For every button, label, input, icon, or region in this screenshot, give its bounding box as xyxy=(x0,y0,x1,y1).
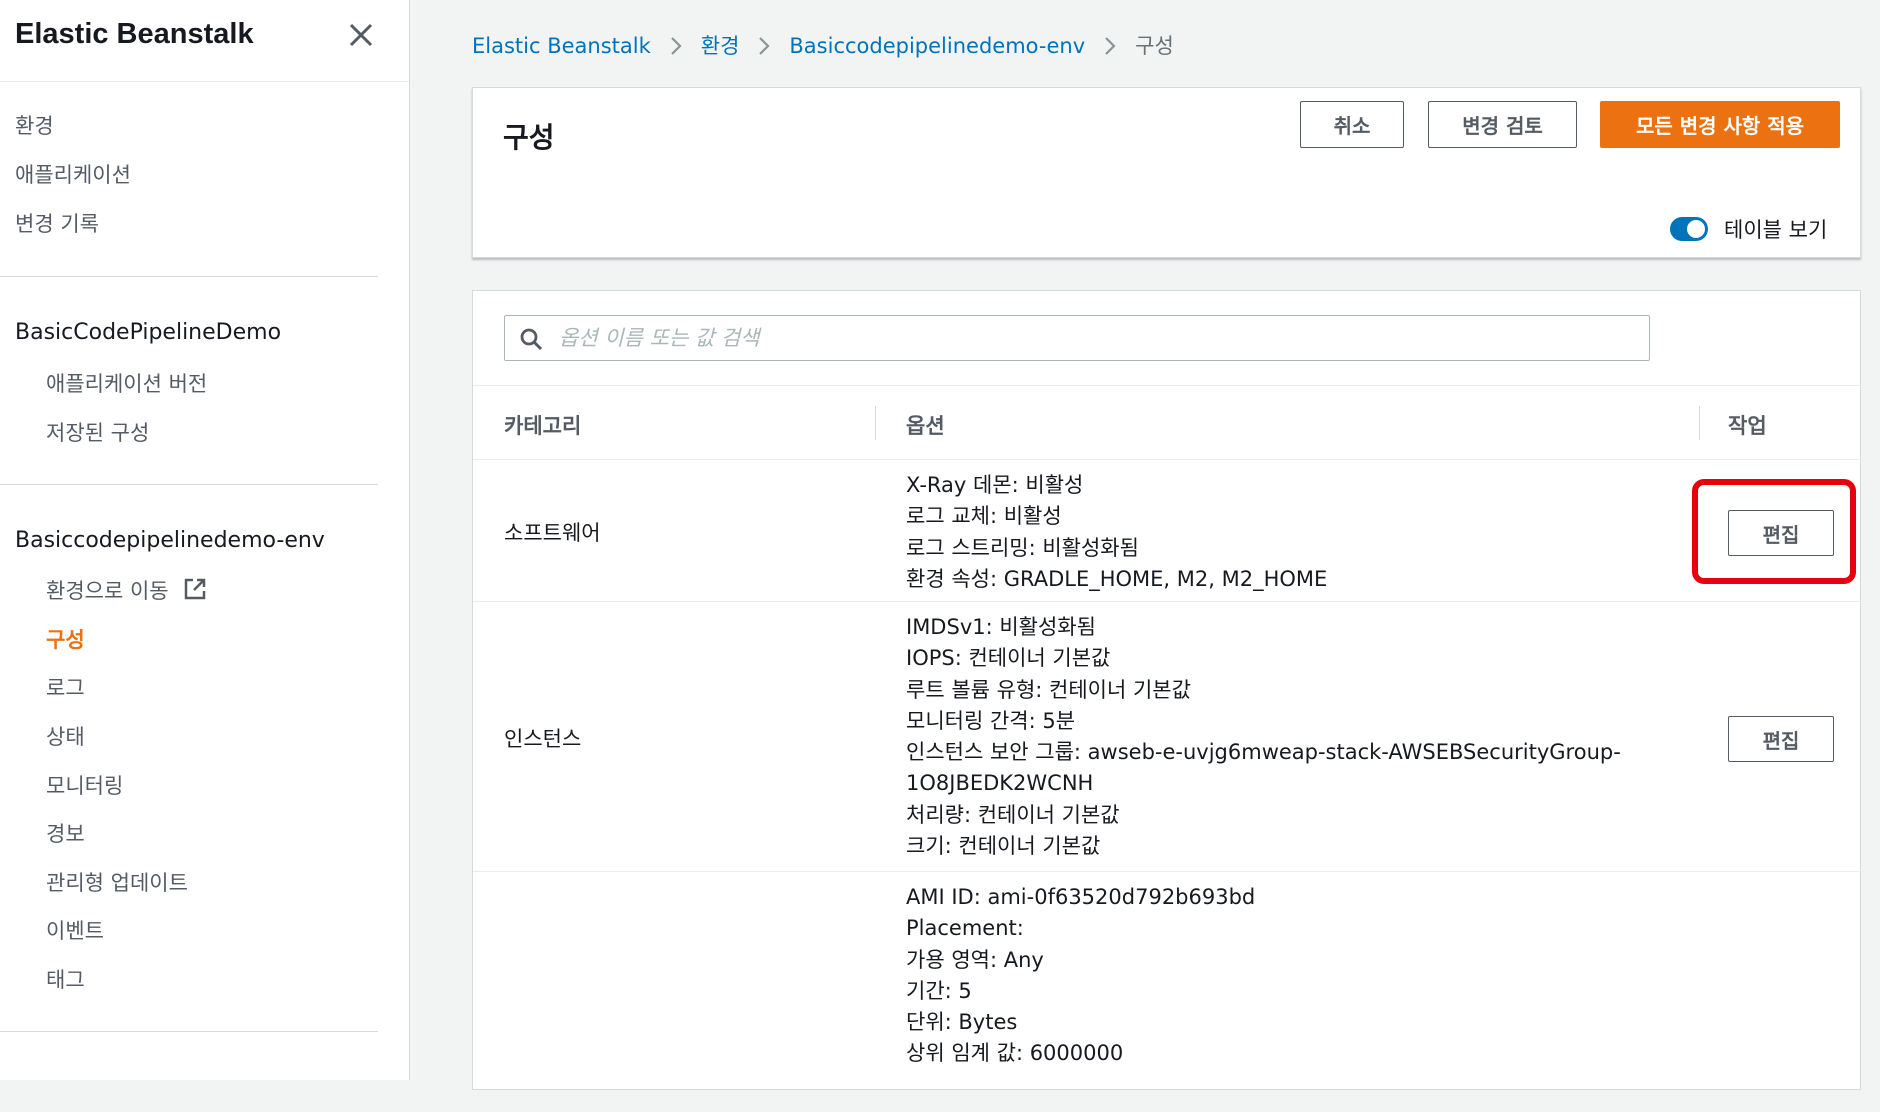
sidebar-item-saved-configs[interactable]: 저장된 구성 xyxy=(46,417,149,447)
breadcrumb-current: 구성 xyxy=(1135,34,1174,58)
review-changes-button[interactable]: 변경 검토 xyxy=(1428,101,1577,148)
option-line: 크기: 컨테이너 기본값 xyxy=(906,834,1101,859)
column-header-actions: 작업 xyxy=(1728,414,1767,438)
sidebar-item-app-versions[interactable]: 애플리케이션 버전 xyxy=(46,368,207,398)
sidebar-item-monitoring[interactable]: 모니터링 xyxy=(46,770,123,800)
category-cell: 인스턴스 xyxy=(504,727,582,751)
sidebar: Elastic Beanstalk 환경 애플리케이션 변경 기록 BasicC… xyxy=(0,0,410,1080)
sidebar-divider xyxy=(0,1031,378,1032)
sidebar-app-section[interactable]: BasicCodePipelineDemo xyxy=(15,320,281,345)
config-header-panel: 구성 취소 변경 검토 모든 변경 사항 적용 테이블 보기 xyxy=(472,87,1861,258)
table-row: AMI ID: ami-0f63520d792b693bd Placement:… xyxy=(473,872,1862,1112)
option-line: Placement: xyxy=(906,916,1024,941)
table-row: 소프트웨어 X-Ray 데몬: 비활성 로그 교체: 비활성 로그 스트리밍: … xyxy=(473,460,1862,602)
table-view-toggle-group: 테이블 보기 xyxy=(1670,214,1827,244)
table-row: 인스턴스 IMDSv1: 비활성화됨 IOPS: 컨테이너 기본값 루트 볼륨 … xyxy=(473,602,1862,872)
sidebar-title[interactable]: Elastic Beanstalk xyxy=(15,18,254,51)
sidebar-item-logs[interactable]: 로그 xyxy=(46,672,85,702)
sidebar-header: Elastic Beanstalk xyxy=(0,0,409,82)
option-line: IMDSv1: 비활성화됨 xyxy=(906,615,1096,639)
option-line: AMI ID: ami-0f63520d792b693bd xyxy=(906,885,1256,909)
column-header-category: 카테고리 xyxy=(504,414,582,438)
options-cell: IMDSv1: 비활성화됨 IOPS: 컨테이너 기본값 루트 볼륨 유형: 컨… xyxy=(906,612,1621,862)
sidebar-divider xyxy=(0,276,378,277)
sidebar-item-tags[interactable]: 태그 xyxy=(46,964,85,994)
column-divider xyxy=(875,406,876,440)
option-line: 로그 교체: 비활성 xyxy=(906,504,1062,529)
breadcrumb-link-environments[interactable]: 환경 xyxy=(701,34,740,58)
breadcrumb: Elastic Beanstalk 환경 Basiccodepipelinedemo… xyxy=(472,30,1174,62)
sidebar-item-configuration[interactable]: 구성 xyxy=(46,624,85,654)
option-line: 상위 임계 값: 6000000 xyxy=(906,1041,1124,1066)
sidebar-item-label: 환경으로 이동 xyxy=(46,579,169,603)
option-line: 1O8JBEDK2WCNH xyxy=(906,771,1094,796)
column-header-options: 옵션 xyxy=(906,414,945,438)
sidebar-item-health[interactable]: 상태 xyxy=(46,721,85,751)
option-line: IOPS: 컨테이너 기본값 xyxy=(906,646,1111,671)
table-view-toggle-label: 테이블 보기 xyxy=(1724,218,1828,242)
option-line: 인스턴스 보안 그룹: awseb-e-uvjg6mweap-stack-AWS… xyxy=(906,740,1621,765)
option-line: 기간: 5 xyxy=(906,978,972,1003)
cancel-button[interactable]: 취소 xyxy=(1300,101,1404,148)
edit-instances-button[interactable]: 편집 xyxy=(1728,716,1834,762)
category-cell: 소프트웨어 xyxy=(504,521,601,545)
sidebar-item-environments[interactable]: 환경 xyxy=(15,110,54,140)
option-line: 환경 속성: GRADLE_HOME, M2, M2_HOME xyxy=(906,566,1328,591)
breadcrumb-link-service[interactable]: Elastic Beanstalk xyxy=(472,34,651,58)
sidebar-item-alarms[interactable]: 경보 xyxy=(46,818,85,848)
chevron-right-icon xyxy=(759,37,770,55)
page-title: 구성 xyxy=(503,121,555,154)
option-line: 로그 스트리밍: 비활성화됨 xyxy=(906,535,1139,560)
option-line: X-Ray 데몬: 비활성 xyxy=(906,473,1084,497)
search-box xyxy=(504,315,1650,361)
column-divider xyxy=(1699,406,1700,440)
sidebar-item-applications[interactable]: 애플리케이션 xyxy=(15,159,131,189)
option-line: 단위: Bytes xyxy=(906,1010,1018,1035)
apply-all-changes-button[interactable]: 모든 변경 사항 적용 xyxy=(1600,101,1840,148)
main-content: Elastic Beanstalk 환경 Basiccodepipelinedemo… xyxy=(411,0,1880,1090)
toggle-knob xyxy=(1687,220,1705,238)
table-header: 카테고리 옵션 작업 xyxy=(473,385,1862,460)
option-line: 루트 볼륨 유형: 컨테이너 기본값 xyxy=(906,677,1191,702)
option-line: 처리량: 컨테이너 기본값 xyxy=(906,802,1120,827)
sidebar-item-events[interactable]: 이벤트 xyxy=(46,915,104,945)
sidebar-item-change-history[interactable]: 변경 기록 xyxy=(15,208,99,238)
options-cell: X-Ray 데몬: 비활성 로그 교체: 비활성 로그 스트리밍: 비활성화됨 … xyxy=(906,470,1606,595)
chevron-right-icon xyxy=(1105,37,1116,55)
config-table-panel: 카테고리 옵션 작업 소프트웨어 X-Ray 데몬: 비활성 로그 교체: 비활… xyxy=(472,290,1862,1090)
external-link-icon xyxy=(184,578,205,600)
close-icon[interactable] xyxy=(346,20,376,50)
search-input[interactable] xyxy=(559,322,1629,354)
edit-software-button[interactable]: 편집 xyxy=(1728,510,1834,556)
chevron-right-icon xyxy=(670,37,682,55)
sidebar-divider xyxy=(0,484,378,485)
sidebar-item-managed-updates[interactable]: 관리형 업데이트 xyxy=(46,867,188,897)
breadcrumb-link-environment[interactable]: Basiccodepipelinedemo-env xyxy=(789,34,1085,58)
option-line: 가용 영역: Any xyxy=(906,947,1044,972)
options-cell: AMI ID: ami-0f63520d792b693bd Placement:… xyxy=(906,882,1606,1070)
option-line: 모니터링 간격: 5분 xyxy=(906,708,1076,733)
sidebar-item-go-to-environment[interactable]: 환경으로 이동 xyxy=(46,575,207,605)
search-icon xyxy=(520,328,543,351)
sidebar-env-section[interactable]: Basiccodepipelinedemo-env xyxy=(15,528,325,553)
table-view-toggle[interactable] xyxy=(1670,217,1708,241)
